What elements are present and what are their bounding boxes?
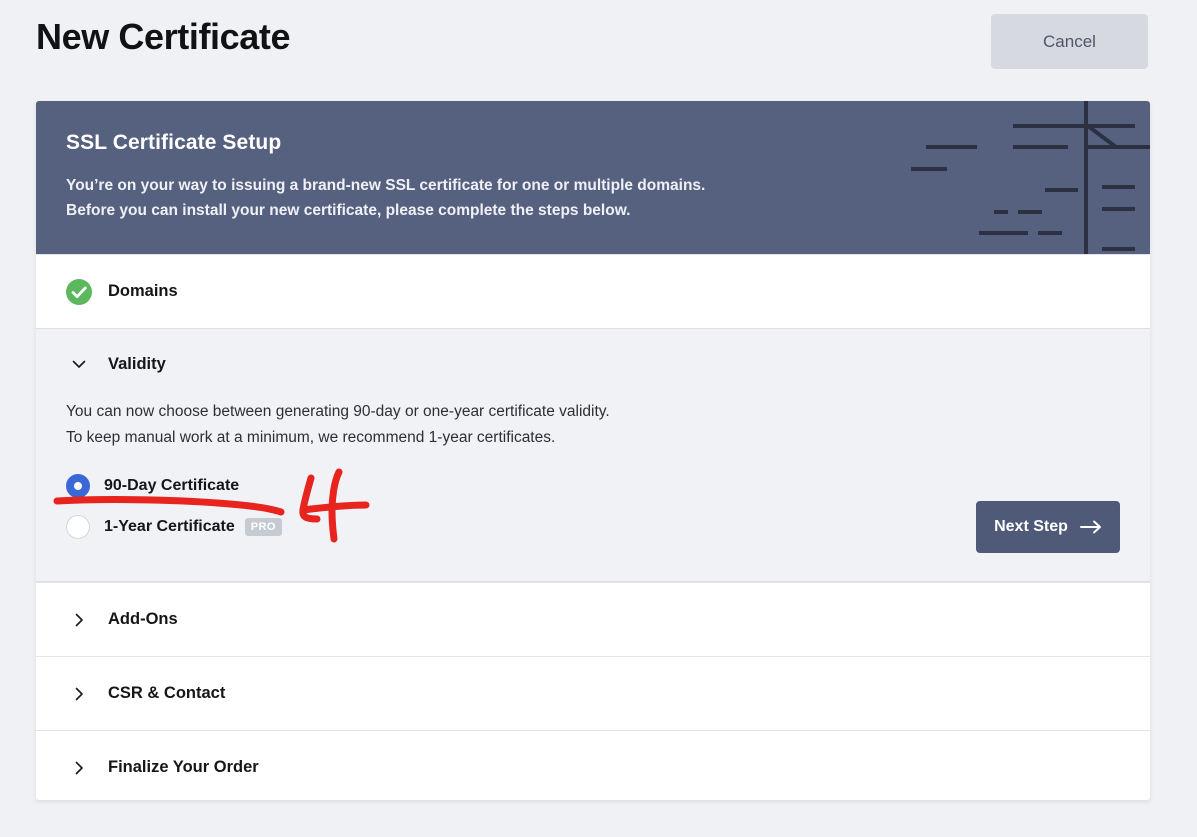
validity-description-line-2: To keep manual work at a minimum, we rec… (66, 429, 556, 446)
chevron-right-icon (66, 612, 92, 628)
validity-description-line-1: You can now choose between generating 90… (66, 403, 610, 420)
step-label-validity: Validity (108, 354, 166, 373)
step-row-finalize[interactable]: Finalize Your Order (36, 730, 1150, 800)
radio-button-1-year[interactable] (66, 514, 90, 539)
certificate-line-art-icon (911, 101, 1150, 254)
radio-label-1-year: 1-Year Certificate (104, 517, 235, 535)
step-row-addons[interactable]: Add-Ons (36, 582, 1150, 656)
step-row-validity[interactable]: Validity (36, 329, 1150, 399)
radio-label-90-day: 90-Day Certificate (104, 476, 240, 494)
next-step-button[interactable]: Next Step (976, 501, 1120, 553)
step-row-domains[interactable]: Domains (36, 254, 1150, 328)
step-section-validity: Validity You can now choose between gene… (36, 328, 1150, 582)
next-step-label: Next Step (994, 518, 1068, 535)
radio-option-90-day[interactable]: 90-Day Certificate (66, 465, 1120, 506)
banner-subtitle-line-1: You’re on your way to issuing a brand-ne… (66, 177, 706, 194)
arrow-right-icon (1079, 520, 1101, 534)
validity-body: You can now choose between generating 90… (36, 399, 1150, 581)
cancel-button[interactable]: Cancel (991, 14, 1148, 69)
step-row-csr-contact[interactable]: CSR & Contact (36, 656, 1150, 730)
certificate-setup-card: SSL Certificate Setup You’re on your way… (36, 101, 1150, 800)
chevron-down-icon (66, 356, 92, 372)
radio-option-1-year[interactable]: 1-Year Certificate PRO (66, 506, 1120, 547)
radio-button-90-day[interactable] (66, 473, 90, 498)
page-header: New Certificate Cancel (0, 0, 1197, 100)
banner-title: SSL Certificate Setup (66, 131, 282, 154)
step-label-csr-contact: CSR & Contact (108, 684, 226, 702)
step-label-finalize: Finalize Your Order (108, 758, 259, 776)
page-title: New Certificate (36, 16, 291, 57)
chevron-right-icon (66, 686, 92, 702)
banner-subtitle: You’re on your way to issuing a brand-ne… (66, 173, 705, 223)
check-circle-icon (66, 278, 92, 305)
setup-banner: SSL Certificate Setup You’re on your way… (36, 101, 1150, 254)
pro-badge: PRO (244, 517, 282, 536)
step-label-addons: Add-Ons (108, 610, 178, 628)
banner-subtitle-line-2: Before you can install your new certific… (66, 202, 631, 219)
validity-description: You can now choose between generating 90… (66, 399, 1120, 451)
chevron-right-icon (66, 760, 92, 776)
step-label-domains: Domains (108, 282, 178, 300)
